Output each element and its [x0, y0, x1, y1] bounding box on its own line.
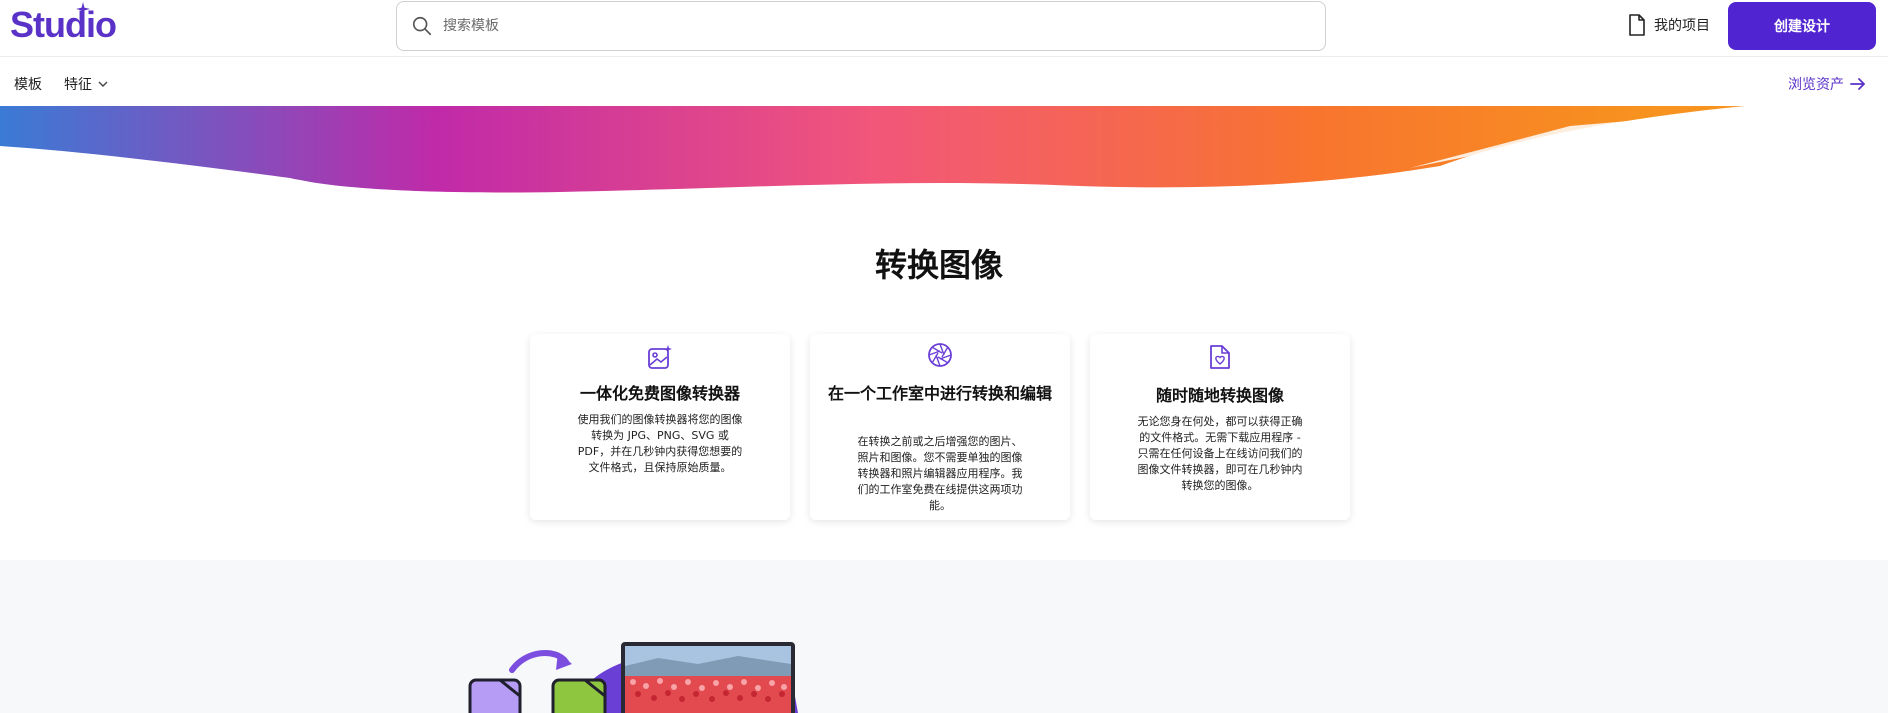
search-icon	[412, 16, 432, 36]
logo[interactable]: Studio	[10, 2, 117, 46]
browse-assets-link[interactable]: 浏览资产	[1788, 74, 1866, 94]
feature-card-1: 一体化免费图像转换器 使用我们的图像转换器将您的图像转换为 JPG、PNG、SV…	[530, 334, 790, 520]
my-projects-link[interactable]: 我的项目	[1628, 14, 1710, 36]
card-body: 无论您身在何处，都可以获得正确的文件格式。无需下载应用程序 - 只需在任何设备上…	[1137, 415, 1303, 492]
conversion-illustration	[468, 642, 798, 713]
browse-assets-label: 浏览资产	[1788, 77, 1844, 93]
image-sparkle-icon	[648, 345, 672, 369]
section-title: 转换图像	[874, 246, 1003, 284]
chevron-down-icon	[98, 81, 108, 87]
arrow-right-icon	[1850, 78, 1865, 90]
nav-features-label: 特征	[64, 77, 92, 93]
lower-section	[0, 560, 1888, 713]
card-body: 使用我们的图像转换器将您的图像转换为 JPG、PNG、SVG 或 PDF，并在几…	[577, 413, 743, 474]
nav-features-dropdown[interactable]: 特征	[64, 74, 108, 94]
top-bar: Studio 我的项目 创建设计	[0, 0, 1888, 57]
card-title: 随时随地转换图像	[1155, 386, 1284, 405]
aperture-icon	[928, 343, 952, 367]
feature-card-3: 随时随地转换图像 无论您身在何处，都可以获得正确的文件格式。无需下载应用程序 -…	[1090, 334, 1350, 520]
file-heart-icon	[1210, 345, 1230, 369]
gradient-banner	[0, 106, 1745, 193]
my-projects-label: 我的项目	[1654, 18, 1710, 34]
sparkle-icon	[76, 2, 90, 16]
search-bar[interactable]	[396, 1, 1326, 51]
sub-nav: 模板 特征 浏览资产	[0, 58, 1888, 106]
search-input[interactable]	[443, 18, 1303, 34]
nav-templates[interactable]: 模板	[14, 74, 42, 94]
card-title: 在一个工作室中进行转换和编辑	[827, 384, 1052, 403]
feature-card-2: 在一个工作室中进行转换和编辑 在转换之前或之后增强您的图片、照片和图像。您不需要…	[810, 334, 1070, 520]
card-body: 在转换之前或之后增强您的图片、照片和图像。您不需要单独的图像转换器和照片编辑器应…	[857, 435, 1023, 512]
nav-templates-label: 模板	[14, 77, 42, 93]
create-design-button[interactable]: 创建设计	[1728, 2, 1876, 50]
card-title: 一体化免费图像转换器	[579, 384, 740, 403]
document-icon	[1629, 14, 1645, 36]
